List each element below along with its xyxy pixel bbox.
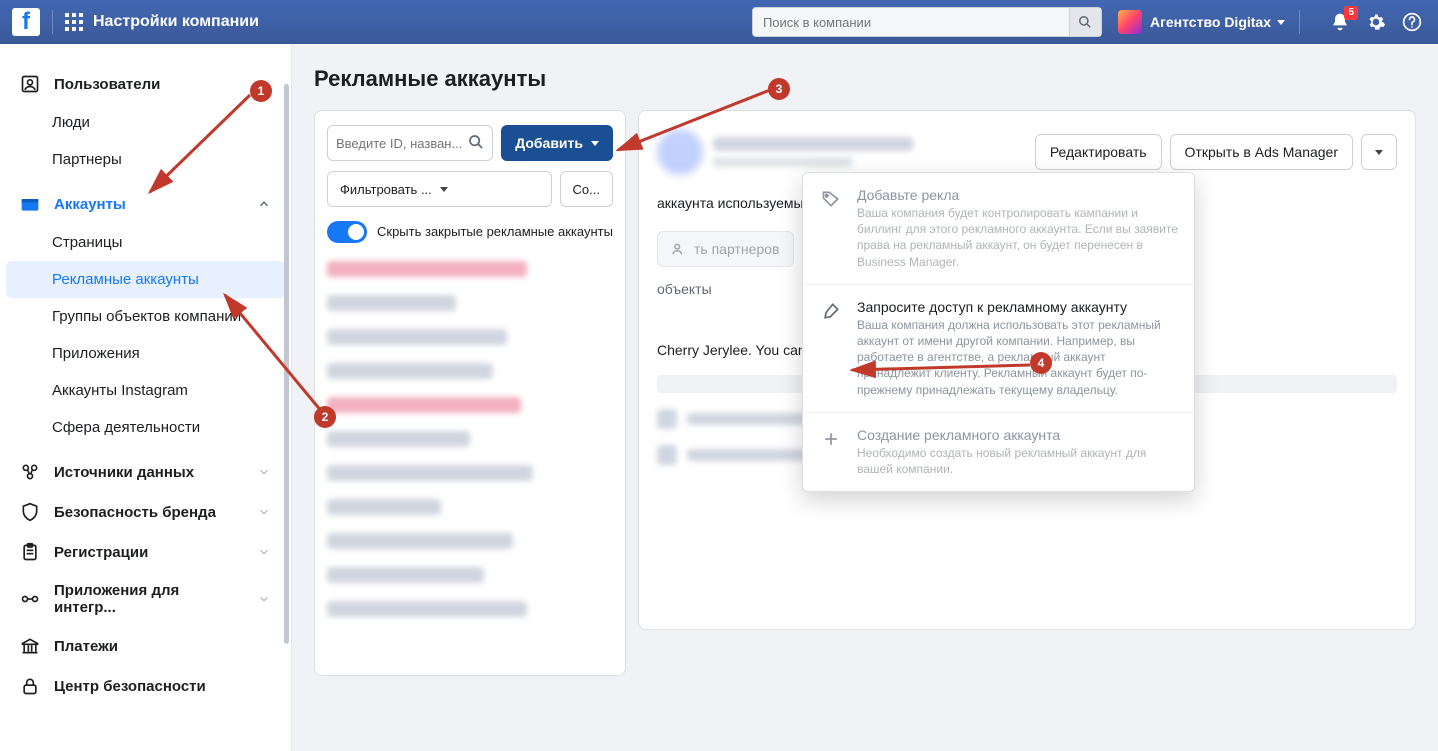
divider [52, 10, 53, 34]
dd-desc: Необходимо создать новый рекламный аккау… [857, 445, 1180, 477]
sidebar: Пользователи Люди Партнеры Аккаунты Стра… [0, 44, 292, 751]
accounts-list-panel: Добавить Фильтровать ... Со... Скрыть [314, 110, 626, 676]
chevron-down-icon [257, 592, 271, 606]
chevron-down-icon [1277, 20, 1285, 25]
sidebar-label: Приложения для интегр... [54, 582, 243, 616]
main-content: Рекламные аккаунты Добавить [292, 44, 1438, 751]
sidebar-label: Платежи [54, 638, 118, 655]
hide-closed-toggle[interactable] [327, 221, 367, 243]
sidebar-label: Аккаунты [54, 196, 126, 213]
chevron-down-icon [1375, 150, 1383, 155]
sidebar-label: Регистрации [54, 544, 148, 561]
company-search-input[interactable] [753, 15, 1069, 30]
lock-icon [20, 676, 40, 696]
page-title: Рекламные аккаунты [314, 66, 1416, 92]
agency-selector[interactable]: Агентство Digitax [1150, 14, 1285, 30]
edit-button[interactable]: Редактировать [1035, 134, 1162, 170]
dd-item-request-access[interactable]: Запросите доступ к рекламному аккаунту В… [803, 285, 1194, 413]
dd-title: Добавьте рекла [857, 187, 1180, 203]
accounts-search-input[interactable] [327, 125, 493, 161]
company-avatar[interactable] [1118, 10, 1142, 34]
divider [1299, 10, 1300, 34]
sidebar-item-people[interactable]: Люди [6, 104, 285, 141]
dd-title: Создание рекламного аккаунта [857, 427, 1180, 443]
chevron-down-icon [440, 187, 448, 192]
accounts-icon [20, 194, 40, 214]
sidebar-label: Пользователи [54, 76, 160, 93]
notification-badge: 5 [1344, 6, 1358, 20]
sidebar-label: Источники данных [54, 464, 194, 481]
chevron-down-icon [257, 545, 271, 559]
open-ads-manager-button[interactable]: Открыть в Ads Manager [1170, 134, 1353, 170]
sidebar-item-users[interactable]: Пользователи [6, 64, 285, 104]
add-button-label: Добавить [515, 135, 583, 151]
accounts-list [327, 261, 613, 661]
sidebar-label: Безопасность бренда [54, 504, 216, 521]
search-icon [468, 134, 484, 153]
chevron-down-icon [257, 505, 271, 519]
dd-title: Запросите доступ к рекламному аккаунту [857, 299, 1180, 315]
chevron-down-icon [591, 141, 599, 146]
add-button[interactable]: Добавить [501, 125, 613, 161]
account-name-blurred [713, 137, 913, 151]
more-options-button[interactable] [1361, 134, 1397, 170]
topbar: f Настройки компании Агентство Digitax 5 [0, 0, 1438, 44]
link-icon [20, 589, 40, 609]
dd-item-add-account[interactable]: Добавьте рекла Ваша компания будет контр… [803, 173, 1194, 285]
company-search[interactable] [752, 7, 1102, 37]
clipboard-icon [20, 542, 40, 562]
sidebar-item-partners[interactable]: Партнеры [6, 141, 285, 178]
chevron-up-icon [257, 77, 271, 91]
agency-name-label: Агентство Digitax [1150, 14, 1271, 30]
sidebar-item-apps[interactable]: Приложения [6, 335, 285, 372]
chevron-down-icon [257, 465, 271, 479]
facebook-logo[interactable]: f [12, 8, 40, 36]
data-sources-icon [20, 462, 40, 482]
tag-icon [817, 187, 845, 270]
sidebar-item-asset-groups[interactable]: Группы объектов компании [6, 298, 285, 335]
dd-desc: Ваша компания должна использовать этот р… [857, 317, 1180, 398]
account-avatar [657, 129, 703, 175]
add-partners-disabled: ть партнеров [657, 231, 794, 267]
sidebar-item-brand-safety[interactable]: Безопасность бренда [6, 492, 285, 532]
search-icon[interactable] [1069, 8, 1101, 36]
chevron-up-icon [257, 197, 271, 211]
topbar-title: Настройки компании [93, 13, 259, 31]
add-dropdown-panel: Добавьте рекла Ваша компания будет контр… [802, 172, 1195, 492]
brush-icon [817, 299, 845, 398]
dd-item-create-account[interactable]: Создание рекламного аккаунта Необходимо … [803, 413, 1194, 491]
bank-icon [20, 636, 40, 656]
filter-button[interactable]: Фильтровать ... [327, 171, 552, 207]
sidebar-item-security-center[interactable]: Центр безопасности [6, 666, 285, 706]
sidebar-item-lob[interactable]: Сфера деятельности [6, 409, 285, 446]
apps-grid-icon[interactable] [65, 13, 83, 31]
notifications-button[interactable]: 5 [1330, 12, 1350, 32]
sidebar-item-accounts[interactable]: Аккаунты [6, 184, 285, 224]
account-id-blurred [713, 157, 853, 167]
help-button[interactable] [1402, 12, 1422, 32]
sidebar-item-registrations[interactable]: Регистрации [6, 532, 285, 572]
sidebar-item-instagram[interactable]: Аккаунты Instagram [6, 372, 285, 409]
toggle-label: Скрыть закрытые рекламные аккаунты [377, 224, 613, 241]
dd-desc: Ваша компания будет контролировать кампа… [857, 205, 1180, 270]
layout: Пользователи Люди Партнеры Аккаунты Стра… [0, 44, 1438, 751]
sort-button[interactable]: Со... [560, 171, 613, 207]
sidebar-label: Центр безопасности [54, 678, 206, 695]
shield-icon [20, 502, 40, 522]
plus-icon [817, 427, 845, 477]
sidebar-item-pages[interactable]: Страницы [6, 224, 285, 261]
sidebar-item-data-sources[interactable]: Источники данных [6, 452, 285, 492]
sidebar-item-payments[interactable]: Платежи [6, 626, 285, 666]
sidebar-item-integrations[interactable]: Приложения для интегр... [6, 572, 285, 626]
users-icon [20, 74, 40, 94]
sidebar-item-ad-accounts[interactable]: Рекламные аккаунты [6, 261, 285, 298]
settings-button[interactable] [1366, 12, 1386, 32]
